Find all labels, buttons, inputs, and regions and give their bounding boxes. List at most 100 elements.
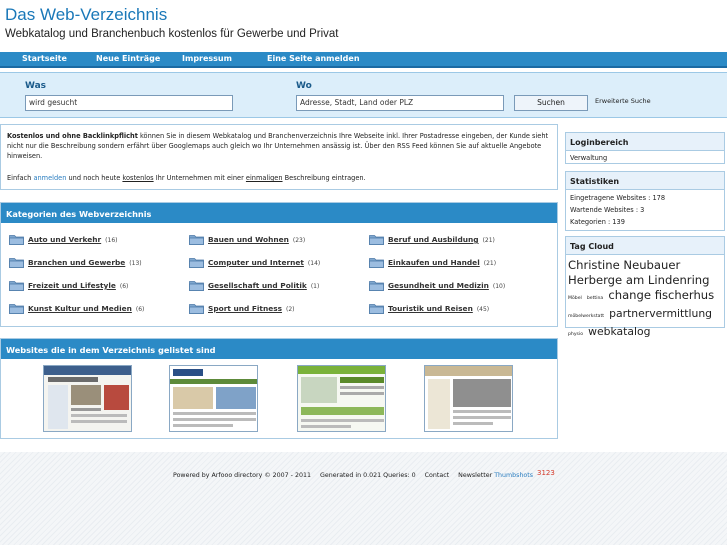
category-name[interactable]: Freizeit und Lifestyle bbox=[28, 281, 116, 290]
category-name[interactable]: Beruf und Ausbildung bbox=[388, 235, 479, 244]
footer-thumbshots-link[interactable]: Thumbshots bbox=[494, 472, 533, 479]
website-thumbnail-3[interactable] bbox=[297, 365, 386, 432]
category-count: (21) bbox=[482, 237, 495, 244]
category-label: Computer und Internet (14) bbox=[208, 258, 320, 267]
websites-box: Websites die in dem Verzeichnis gelistet… bbox=[0, 338, 558, 439]
category-name[interactable]: Sport und Fitness bbox=[208, 304, 282, 313]
site-tagline: Webkatalog und Branchenbuch kostenlos fü… bbox=[5, 28, 339, 40]
intro-text-box: Kostenlos und ohne Backlinkpflicht könne… bbox=[0, 124, 558, 190]
website-thumbnail-3-image bbox=[298, 366, 385, 431]
tag-webkatalog[interactable]: webkatalog bbox=[588, 325, 650, 338]
categories-heading: Kategorien des Webverzeichnis bbox=[1, 203, 557, 223]
category-name[interactable]: Einkaufen und Handel bbox=[388, 258, 480, 267]
footer-generated: Generated in 0.021 Queries: 0 bbox=[319, 472, 416, 479]
advanced-search-link[interactable]: Erweiterte Suche bbox=[595, 97, 651, 105]
category-name[interactable]: Computer und Internet bbox=[208, 258, 304, 267]
footer-powered-by[interactable]: Powered by Arfooo directory © 2007 - 201… bbox=[173, 472, 311, 479]
tag-moebelwerkstatt[interactable]: möbelwerkstatt bbox=[568, 314, 604, 319]
main-navigation: Startseite Neue Einträge Impressum Eine … bbox=[0, 52, 727, 68]
signup-link-anmelden[interactable]: anmelden bbox=[33, 174, 66, 182]
category-label: Branchen und Gewerbe (13) bbox=[28, 258, 142, 267]
category-label: Einkaufen und Handel (21) bbox=[388, 258, 496, 267]
website-thumbnail-2-image bbox=[170, 366, 257, 431]
search-what-label: Was bbox=[25, 81, 47, 91]
nav-seite-anmelden[interactable]: Eine Seite anmelden bbox=[267, 54, 360, 63]
category-item[interactable]: Freizeit und Lifestyle (6) bbox=[9, 280, 184, 294]
folder-icon bbox=[9, 304, 24, 314]
website-thumbnail-4[interactable] bbox=[424, 365, 513, 432]
search-where-input[interactable]: Adresse, Stadt, Land oder PLZ bbox=[296, 95, 504, 111]
folder-icon bbox=[189, 304, 204, 314]
folder-icon bbox=[189, 258, 204, 268]
folder-icon bbox=[189, 235, 204, 245]
category-label: Touristik und Reisen (45) bbox=[388, 304, 489, 313]
signup-link-einmaligen[interactable]: einmaligen bbox=[246, 174, 283, 182]
category-item[interactable]: Auto und Verkehr (16) bbox=[9, 234, 184, 248]
footer-newsletter-link[interactable]: Newsletter bbox=[458, 472, 492, 479]
tag-bettina[interactable]: bettina bbox=[587, 296, 603, 301]
category-item[interactable]: Touristik und Reisen (45) bbox=[369, 303, 544, 317]
folder-icon bbox=[369, 304, 384, 314]
tag-herberge-am-lindenring[interactable]: Herberge am Lindenring bbox=[568, 273, 710, 287]
tag-cloud-heading: Tag Cloud bbox=[566, 237, 724, 255]
category-name[interactable]: Bauen und Wohnen bbox=[208, 235, 289, 244]
login-heading: Loginbereich bbox=[566, 133, 724, 151]
website-thumbnail-2[interactable] bbox=[169, 365, 258, 432]
category-item[interactable]: Einkaufen und Handel (21) bbox=[369, 257, 544, 271]
category-count: (21) bbox=[483, 260, 497, 267]
category-name[interactable]: Touristik und Reisen bbox=[388, 304, 473, 313]
stat-categories: Kategorien : 139 bbox=[570, 218, 625, 226]
folder-icon bbox=[9, 235, 24, 245]
category-label: Auto und Verkehr (16) bbox=[28, 235, 118, 244]
category-item[interactable]: Gesellschaft und Politik (1) bbox=[189, 280, 364, 294]
nav-startseite[interactable]: Startseite bbox=[22, 54, 67, 63]
folder-icon bbox=[9, 258, 24, 268]
site-title[interactable]: Das Web-Verzeichnis bbox=[5, 5, 167, 25]
category-count: (2) bbox=[286, 306, 295, 313]
search-button[interactable]: Suchen bbox=[514, 95, 588, 111]
category-label: Kunst Kultur und Medien (6) bbox=[28, 304, 144, 313]
category-label: Bauen und Wohnen (23) bbox=[208, 235, 305, 244]
category-item[interactable]: Kunst Kultur und Medien (6) bbox=[9, 303, 184, 317]
category-name[interactable]: Branchen und Gewerbe bbox=[28, 258, 125, 267]
nav-impressum[interactable]: Impressum bbox=[182, 54, 232, 63]
category-count: (13) bbox=[129, 260, 142, 267]
category-item[interactable]: Sport und Fitness (2) bbox=[189, 303, 364, 317]
website-thumbnail-1-image bbox=[44, 366, 131, 431]
tag-partnervermittlung[interactable]: partnervermittlung bbox=[609, 307, 712, 320]
signup-link-kostenlos[interactable]: kostenlos bbox=[122, 174, 153, 182]
nav-neue-eintraege[interactable]: Neue Einträge bbox=[96, 54, 160, 63]
category-name[interactable]: Kunst Kultur und Medien bbox=[28, 304, 132, 313]
signup-text-c: Ihr Unternehmen mit einer bbox=[153, 174, 246, 182]
category-label: Sport und Fitness (2) bbox=[208, 304, 295, 313]
category-name[interactable]: Auto und Verkehr bbox=[28, 235, 101, 244]
folder-icon bbox=[369, 281, 384, 291]
tag-moebel[interactable]: Möbel bbox=[568, 296, 582, 301]
category-label: Gesundheit und Medizin (10) bbox=[388, 281, 505, 290]
category-item[interactable]: Computer und Internet (14) bbox=[189, 257, 364, 271]
category-count: (16) bbox=[105, 237, 118, 244]
categories-box: Kategorien des Webverzeichnis Auto und V… bbox=[0, 202, 558, 327]
login-box: Loginbereich Verwaltung bbox=[565, 132, 725, 164]
footer-contact-link[interactable]: Contact bbox=[425, 472, 450, 479]
category-count: (1) bbox=[310, 283, 320, 290]
category-label: Freizeit und Lifestyle (6) bbox=[28, 281, 128, 290]
tag-physio[interactable]: physio bbox=[568, 332, 583, 337]
category-item[interactable]: Beruf und Ausbildung (21) bbox=[369, 234, 544, 248]
search-what-input[interactable]: wird gesucht bbox=[25, 95, 233, 111]
category-name[interactable]: Gesellschaft und Politik bbox=[208, 281, 307, 290]
category-name[interactable]: Gesundheit und Medizin bbox=[388, 281, 489, 290]
category-count: (45) bbox=[476, 306, 490, 313]
category-count: (6) bbox=[135, 306, 145, 313]
tag-change-fischerhus[interactable]: change fischerhus bbox=[608, 288, 714, 302]
tag-christine-neubauer[interactable]: Christine Neubauer bbox=[568, 258, 680, 272]
category-label: Gesellschaft und Politik (1) bbox=[208, 281, 319, 290]
category-item[interactable]: Gesundheit und Medizin (10) bbox=[369, 280, 544, 294]
website-thumbnail-4-image bbox=[425, 366, 512, 431]
folder-icon bbox=[189, 281, 204, 291]
category-item[interactable]: Bauen und Wohnen (23) bbox=[189, 234, 364, 248]
intro-bold: Kostenlos und ohne Backlinkpflicht bbox=[7, 132, 138, 140]
login-verwaltung-link[interactable]: Verwaltung bbox=[566, 151, 724, 163]
category-item[interactable]: Branchen und Gewerbe (13) bbox=[9, 257, 184, 271]
website-thumbnail-1[interactable] bbox=[43, 365, 132, 432]
